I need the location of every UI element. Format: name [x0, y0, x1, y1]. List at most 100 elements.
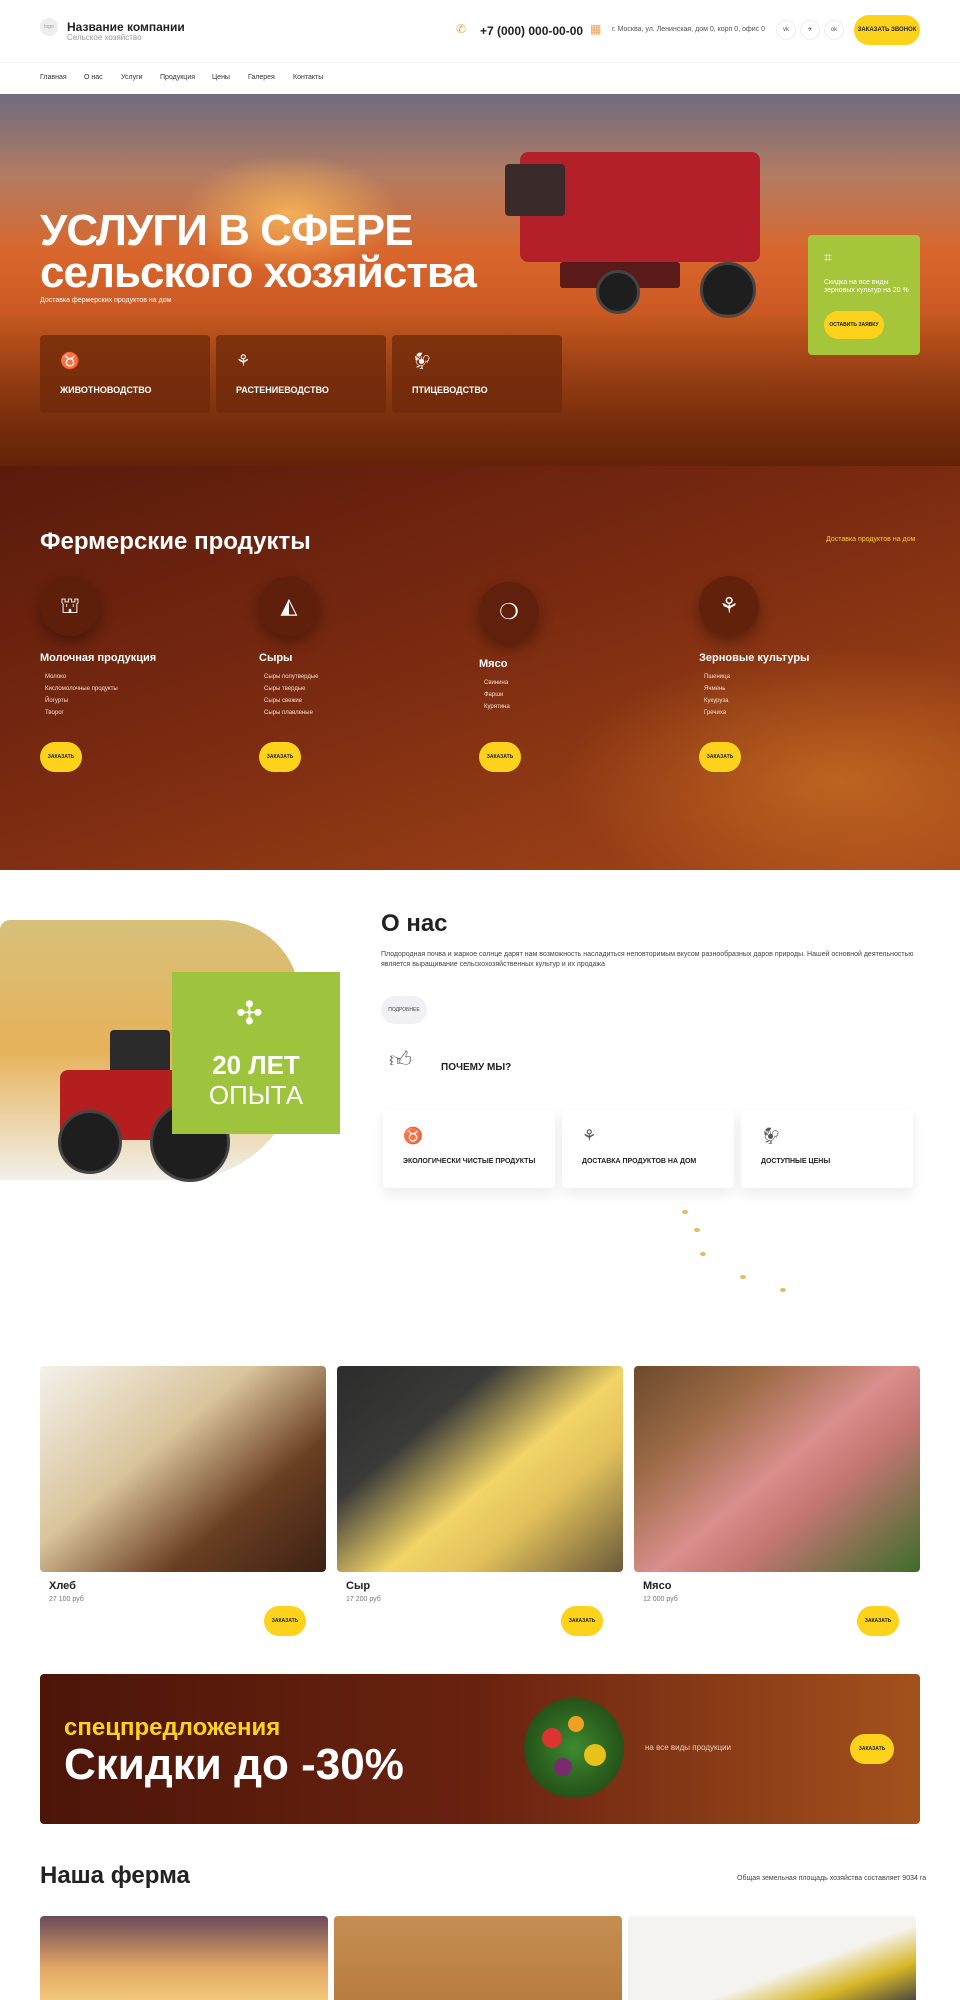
order-button[interactable]: ЗАКАЗАТЬ	[699, 742, 741, 772]
order-button[interactable]: ЗАКАЗАТЬ	[479, 742, 521, 772]
meat-image[interactable]	[634, 1366, 920, 1572]
product-name: Хлеб	[49, 1580, 76, 1592]
list-item: Творог	[45, 710, 64, 716]
service-label: РАСТЕНИЕВОДСТВО	[236, 385, 329, 395]
feature-card-eco: ♉ ЭКОЛОГИЧЕСКИ ЧИСТЫЕ ПРОДУКТЫ	[383, 1110, 555, 1188]
chicken-icon: 🐓︎	[412, 353, 433, 370]
farm-photo-sunset[interactable]	[40, 1916, 328, 2000]
grain-decoration	[700, 1252, 706, 1256]
nav-item-products[interactable]: Продукция	[160, 74, 195, 81]
farm-photo-field[interactable]	[334, 1916, 622, 2000]
product-name: Сыр	[346, 1580, 371, 1592]
vegetables-image	[524, 1698, 624, 1798]
promo-text: на все виды продукции	[645, 1743, 732, 1752]
order-button[interactable]: ЗАКАЗАТЬ	[259, 742, 301, 772]
list-item: Йогурты	[45, 698, 69, 704]
address: г. Москва, ул. Ленинская, дом 0, корп 0,…	[612, 26, 765, 33]
discount-card: ⌗ Скидка на все виды зерновых культур на…	[808, 235, 920, 355]
feature-label: ДОСТАВКА ПРОДУКТОВ НА ДОМ	[582, 1158, 697, 1165]
grain-decoration	[694, 1228, 700, 1232]
grain-decoration	[780, 1288, 786, 1292]
list-item: Сыры плавленые	[264, 710, 313, 716]
order-button[interactable]: ЗАКАЗАТЬ	[40, 742, 82, 772]
cow-icon: ♉	[403, 1128, 423, 1145]
grain-decoration	[682, 1210, 688, 1214]
about-text: Плодородная почва и жаркое солнце дарят …	[381, 951, 914, 968]
grain-decoration	[740, 1275, 746, 1279]
service-card-livestock[interactable]: ♉ ЖИВОТНОВОДСТВО	[40, 335, 210, 413]
product-price: 17 200 руб	[346, 1596, 381, 1603]
phone-number[interactable]: +7 (000) 000-00-00	[480, 24, 583, 38]
milk-bottles-icon: ⛫	[40, 576, 100, 636]
nav-item-services[interactable]: Услуги	[121, 74, 143, 81]
call-request-button[interactable]: ЗАКАЗАТЬ ЗВОНОК	[854, 15, 920, 45]
list-item: Гречиха	[704, 710, 727, 716]
bread-image[interactable]	[40, 1366, 326, 1572]
nav-item-contacts[interactable]: Контакты	[293, 74, 323, 81]
combine-wheel	[700, 262, 756, 318]
nav-item-about[interactable]: О нас	[84, 74, 103, 81]
nav-item-home[interactable]: Главная	[40, 74, 67, 81]
hero-title: УСЛУГИ В СФЕРЕ сельского хозяйства	[40, 206, 477, 297]
phone-icon: ✆	[456, 22, 467, 36]
hero-subtitle: Доставка фермерских продуктов на дом	[40, 297, 172, 304]
product-column-grain: ⚘ Зерновые культуры Пшеница Ячмень Кукур…	[699, 576, 899, 776]
wheat-icon: ⚘	[582, 1128, 597, 1145]
odnoklassniki-icon[interactable]: ok	[824, 20, 844, 40]
order-button[interactable]: ЗАКАЗАТЬ	[857, 1606, 899, 1636]
product-column-dairy: ⛫ Молочная продукция Молоко Кисломолочны…	[40, 576, 240, 776]
telegram-icon[interactable]: ✈	[800, 20, 820, 40]
product-column-meat: ❍ Мясо Свинина Фарши Курятина ЗАКАЗАТЬ	[479, 576, 679, 776]
list-item: Сыры полутвердые	[264, 674, 319, 680]
list-item: Кукуруза	[704, 698, 729, 704]
combine-cabin	[505, 164, 565, 216]
chicken-icon: 🐓︎	[761, 1128, 782, 1145]
nav-item-gallery[interactable]: Галерея	[248, 74, 275, 81]
farm-title: Наша ферма	[40, 1862, 190, 1889]
vk-icon[interactable]: vk	[776, 20, 796, 40]
about-section: ✣ 20 ЛЕТ ОПЫТА О нас Плодородная почва и…	[0, 870, 960, 1330]
why-us-title: ПОЧЕМУ МЫ?	[441, 1062, 512, 1073]
promo-banner: спецпредложения Скидки до -30% на все ви…	[40, 1674, 920, 1824]
experience-label: ОПЫТА	[208, 1080, 304, 1110]
farm-photo-machinery[interactable]	[628, 1916, 916, 2000]
service-card-crops[interactable]: ⚘ РАСТЕНИЕВОДСТВО	[216, 335, 386, 413]
meat-icon: ❍	[479, 582, 539, 642]
product-category-title: Сыры	[259, 652, 293, 664]
thumbs-up-icon: 👍︎	[389, 1047, 412, 1072]
discount-text: Скидка на все виды зерновых культур на 2…	[824, 279, 909, 294]
promo-title: Скидки до -30%	[64, 1740, 404, 1789]
leave-request-button[interactable]: ОСТАВИТЬ ЗАЯВКУ	[824, 311, 884, 339]
product-category-title: Зерновые культуры	[699, 652, 810, 664]
company-name[interactable]: Название компании	[67, 20, 185, 34]
tractor-wheel	[58, 1110, 122, 1174]
list-item: Фарши	[484, 692, 504, 698]
list-item: Молоко	[45, 674, 67, 680]
promo-subtitle: спецпредложения	[64, 1714, 281, 1741]
feature-card-prices: 🐓︎ ДОСТУПНЫЕ ЦЕНЫ	[741, 1110, 913, 1188]
service-label: ПТИЦЕВОДСТВО	[412, 385, 488, 395]
cheese-image[interactable]	[337, 1366, 623, 1572]
service-label: ЖИВОТНОВОДСТВО	[60, 385, 152, 395]
delivery-link[interactable]: Доставка продуктов на дом	[826, 536, 915, 543]
wheat-icon: ⚘	[236, 353, 251, 370]
more-button[interactable]: ПОДРОБНЕЕ	[381, 996, 427, 1024]
nav-item-prices[interactable]: Цены	[212, 74, 230, 81]
section-title: Фермерские продукты	[40, 528, 311, 555]
promo-order-button[interactable]: ЗАКАЗАТЬ	[850, 1734, 894, 1764]
order-button[interactable]: ЗАКАЗАТЬ	[561, 1606, 603, 1636]
list-item: Свинина	[484, 680, 509, 686]
product-price: 27 100 руб	[49, 1596, 84, 1603]
cow-icon: ♉	[60, 353, 80, 370]
order-button[interactable]: ЗАКАЗАТЬ	[264, 1606, 306, 1636]
combine-wheel	[596, 270, 640, 314]
about-title: О нас	[381, 910, 448, 937]
product-category-title: Мясо	[479, 658, 508, 670]
site-header: logo Название компании Сельское хозяйств…	[0, 0, 960, 62]
service-card-poultry[interactable]: 🐓︎ ПТИЦЕВОДСТВО	[392, 335, 562, 413]
products-section: Фермерские продукты Доставка продуктов н…	[0, 466, 960, 870]
main-nav: Главная О нас Услуги Продукция Цены Гале…	[0, 62, 960, 94]
list-item: Сыры твердые	[264, 686, 306, 692]
cheese-icon: ◭	[259, 576, 319, 636]
logo[interactable]: logo	[40, 18, 58, 36]
